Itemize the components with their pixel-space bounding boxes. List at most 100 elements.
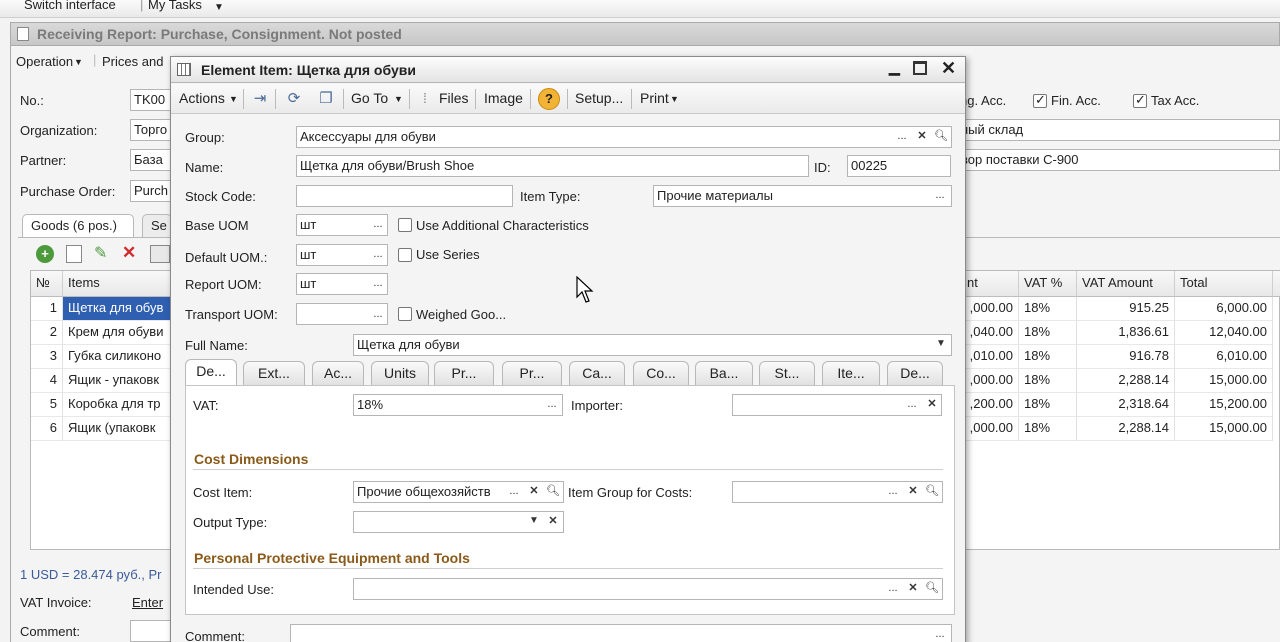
search-icon[interactable]: 🔍︎: [544, 483, 562, 501]
chevron-down-icon[interactable]: ▼: [394, 94, 403, 104]
tab-item-3[interactable]: Ac...: [312, 361, 364, 385]
setup-button[interactable]: Setup...: [575, 90, 623, 106]
tab-item-8[interactable]: Co...: [633, 361, 689, 385]
back-comment-field[interactable]: [130, 620, 172, 642]
ellipsis-icon[interactable]: ...: [931, 187, 949, 205]
table-cell-amount[interactable]: ,040.00: [961, 321, 1019, 345]
tab-services[interactable]: Se: [142, 214, 172, 238]
partner-field[interactable]: База: [130, 149, 172, 171]
ellipsis-icon[interactable]: ...: [543, 396, 561, 414]
col-header-total[interactable]: Total: [1175, 271, 1273, 297]
ellipsis-icon[interactable]: ...: [884, 580, 902, 598]
ellipsis-icon[interactable]: ...: [369, 216, 387, 234]
purchase-order-field[interactable]: Purch: [130, 180, 172, 202]
goto-menu[interactable]: Go To: [351, 90, 388, 106]
dialog-comment-field[interactable]: [290, 624, 952, 642]
print-menu[interactable]: Print: [640, 90, 669, 106]
clear-icon[interactable]: ✕: [923, 396, 941, 414]
table-cell-n[interactable]: 1: [31, 297, 63, 321]
table-cell-total[interactable]: 15,000.00: [1175, 417, 1273, 441]
intended-use-field[interactable]: [353, 578, 943, 600]
table-cell-amount[interactable]: ,000.00: [961, 297, 1019, 321]
table-cell-total[interactable]: 15,200.00: [1175, 393, 1273, 417]
table-cell-total[interactable]: 15,000.00: [1175, 369, 1273, 393]
ellipsis-icon[interactable]: ...: [893, 128, 911, 146]
tab-item-11[interactable]: Ite...: [822, 361, 880, 385]
ellipsis-icon[interactable]: ...: [505, 483, 523, 501]
search-icon[interactable]: 🔍︎: [923, 483, 941, 501]
col-header-no[interactable]: №: [31, 271, 63, 297]
table-cell-vat[interactable]: 18%: [1019, 297, 1077, 321]
ellipsis-icon[interactable]: ...: [884, 483, 902, 501]
col-header-amount[interactable]: nt: [961, 271, 1019, 297]
ellipsis-icon[interactable]: ...: [931, 626, 949, 642]
chevron-down-icon[interactable]: ▼: [670, 94, 679, 104]
clear-icon[interactable]: ✕: [544, 513, 562, 531]
tax-acc-checkbox[interactable]: [1133, 92, 1147, 108]
table-cell-item[interactable]: Коробка для тр: [63, 393, 173, 417]
table-cell-item[interactable]: Ящик (упаковк: [63, 417, 173, 441]
clear-icon[interactable]: ✕: [913, 128, 931, 146]
delete-icon[interactable]: ✕: [122, 243, 136, 263]
clear-icon[interactable]: ✕: [904, 580, 922, 598]
table-cell-item[interactable]: Щетка для обув: [63, 297, 173, 321]
table-cell-n[interactable]: 2: [31, 321, 63, 345]
organization-field[interactable]: Торго: [130, 119, 172, 141]
tab-item-4[interactable]: Units: [371, 361, 429, 385]
maximize-icon[interactable]: [913, 61, 927, 75]
table-cell-vat-amount[interactable]: 1,836.61: [1077, 321, 1175, 345]
use-additional-characteristics-checkbox[interactable]: [398, 218, 412, 232]
table-cell-amount[interactable]: ,010.00: [961, 345, 1019, 369]
actions-menu[interactable]: Actions: [179, 90, 225, 106]
ellipsis-icon[interactable]: ...: [369, 306, 387, 324]
clear-icon[interactable]: ✕: [904, 483, 922, 501]
table-cell-vat-amount[interactable]: 915.25: [1077, 297, 1175, 321]
tab-item-6[interactable]: Pr...: [502, 361, 562, 385]
table-cell-vat[interactable]: 18%: [1019, 417, 1077, 441]
dropdown-arrow-icon[interactable]: ▼: [525, 513, 543, 531]
vat-invoice-link[interactable]: Enter: [132, 595, 163, 610]
name-field[interactable]: Щетка для обуви/Brush Shoe: [296, 155, 809, 177]
table-cell-n[interactable]: 5: [31, 393, 63, 417]
table-cell-vat[interactable]: 18%: [1019, 321, 1077, 345]
operation-menu[interactable]: Operation: [16, 54, 73, 69]
dropdown-arrow-icon[interactable]: ▼: [932, 336, 950, 354]
tab-item-1[interactable]: De...: [185, 359, 237, 386]
vat-field[interactable]: 18%: [353, 394, 563, 416]
contract-field[interactable]: вор поставки С-900: [958, 149, 1280, 171]
table-cell-item[interactable]: Губка силиконо: [63, 345, 173, 369]
fin-acc-checkbox[interactable]: [1033, 92, 1047, 108]
chevron-down-icon[interactable]: ▼: [214, 2, 224, 13]
table-cell-item[interactable]: Крем для обуви: [63, 321, 173, 345]
id-field[interactable]: 00225: [847, 155, 951, 177]
table-cell-n[interactable]: 6: [31, 417, 63, 441]
table-cell-vat-amount[interactable]: 916.78: [1077, 345, 1175, 369]
tab-item-7[interactable]: Ca...: [569, 361, 625, 385]
edit-icon[interactable]: ✎: [94, 243, 107, 263]
table-cell-vat[interactable]: 18%: [1019, 393, 1077, 417]
use-series-checkbox[interactable]: [398, 248, 412, 262]
chevron-down-icon[interactable]: ▼: [229, 94, 238, 104]
table-cell-amount[interactable]: ,200.00: [961, 393, 1019, 417]
table-cell-total[interactable]: 12,040.00: [1175, 321, 1273, 345]
number-field[interactable]: TK00: [130, 89, 172, 111]
copy-icon[interactable]: [66, 245, 82, 263]
table-cell-vat-amount[interactable]: 2,288.14: [1077, 417, 1175, 441]
chevron-down-icon[interactable]: ▼: [74, 57, 83, 67]
switch-interface-menu[interactable]: Switch interface: [24, 0, 116, 12]
copy-doc-icon[interactable]: ❐: [315, 88, 337, 110]
search-icon[interactable]: 🔍︎: [932, 128, 950, 146]
warehouse-field[interactable]: ный склад: [958, 119, 1280, 141]
tab-item-5[interactable]: Pr...: [434, 361, 494, 385]
table-cell-vat-amount[interactable]: 2,318.64: [1077, 393, 1175, 417]
ellipsis-icon[interactable]: ...: [903, 396, 921, 414]
weighed-goods-checkbox[interactable]: [398, 307, 412, 321]
tab-item-9[interactable]: Ba...: [695, 361, 753, 385]
stock-code-field[interactable]: [296, 185, 513, 207]
my-tasks-menu[interactable]: My Tasks: [148, 0, 202, 12]
tab-item-12[interactable]: De...: [887, 361, 943, 385]
table-cell-vat-amount[interactable]: 2,288.14: [1077, 369, 1175, 393]
clear-icon[interactable]: ✕: [525, 483, 543, 501]
table-cell-amount[interactable]: ,000.00: [961, 417, 1019, 441]
table-cell-total[interactable]: 6,010.00: [1175, 345, 1273, 369]
